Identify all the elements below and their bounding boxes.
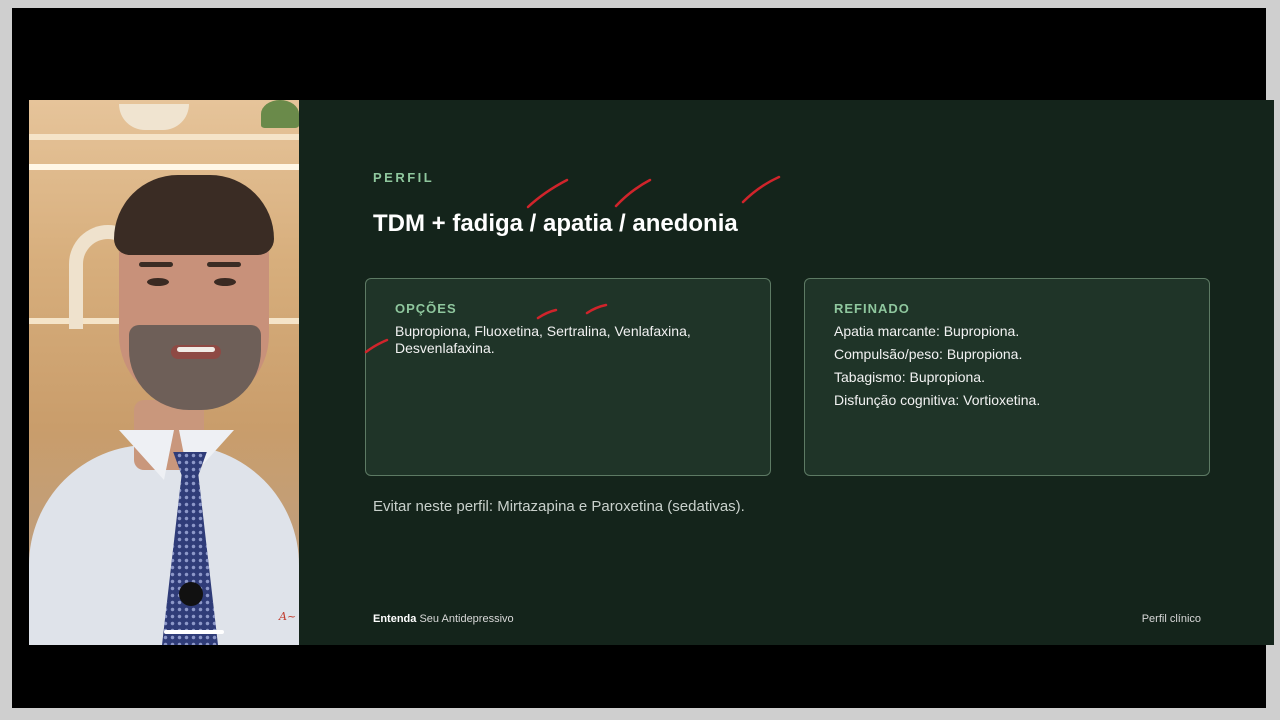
slide-title: TDM + fadiga / apatia / anedonia [373,210,738,237]
plant [261,100,299,128]
avoid-note: Evitar neste perfil: Mirtazapina e Parox… [373,498,745,515]
signature-mark-icon: A~ [279,610,297,623]
eye [147,278,169,286]
eyebrow [207,262,241,267]
slide-eyebrow: PERFIL [373,170,435,185]
light-reflection [164,630,224,634]
presenter-video: A~ [29,100,299,645]
options-text: Bupropiona, Fluoxetina, Sertralina, Venl… [395,323,691,356]
eye [214,278,236,286]
collar [119,430,174,480]
video-frame[interactable]: A~ PERFIL TDM + fadiga / apatia / anedon… [29,100,1274,645]
footer-section: Perfil clínico [1141,613,1201,625]
presenter-mouth [171,345,221,359]
refined-card: REFINADO Apatia marcante: Bupropiona. Co… [804,278,1210,476]
refined-item: Disfunção cognitiva: Vortioxetina. [834,392,1041,408]
presenter-hair [114,175,274,255]
shelf [29,134,299,140]
annotation-stroke [614,178,652,208]
annotation-stroke [741,175,781,204]
footer-brand-rest: Seu Antidepressivo [419,613,514,625]
footer-brand-bold: Entenda [373,613,417,625]
footer-brand: Entenda Seu Antidepressivo [373,613,514,625]
refined-item: Apatia marcante: Bupropiona. [834,323,1020,339]
bowl [119,104,189,130]
refined-item: Tabagismo: Bupropiona. [834,369,985,385]
presenter-beard [129,325,261,410]
shelf-light [29,164,299,170]
lapel-microphone [179,582,203,606]
annotation-stroke [526,178,569,209]
refined-heading: REFINADO [834,301,910,316]
refined-list: Apatia marcante: Bupropiona. Compulsão/p… [834,323,1040,415]
video-player[interactable]: A~ PERFIL TDM + fadiga / apatia / anedon… [12,8,1274,708]
presentation-slide: PERFIL TDM + fadiga / apatia / anedonia … [299,100,1274,645]
refined-item: Compulsão/peso: Bupropiona. [834,346,1023,362]
eyebrow [139,262,173,267]
options-heading: OPÇÕES [395,301,457,316]
options-card: OPÇÕES Bupropiona, Fluoxetina, Sertralin… [365,278,771,476]
